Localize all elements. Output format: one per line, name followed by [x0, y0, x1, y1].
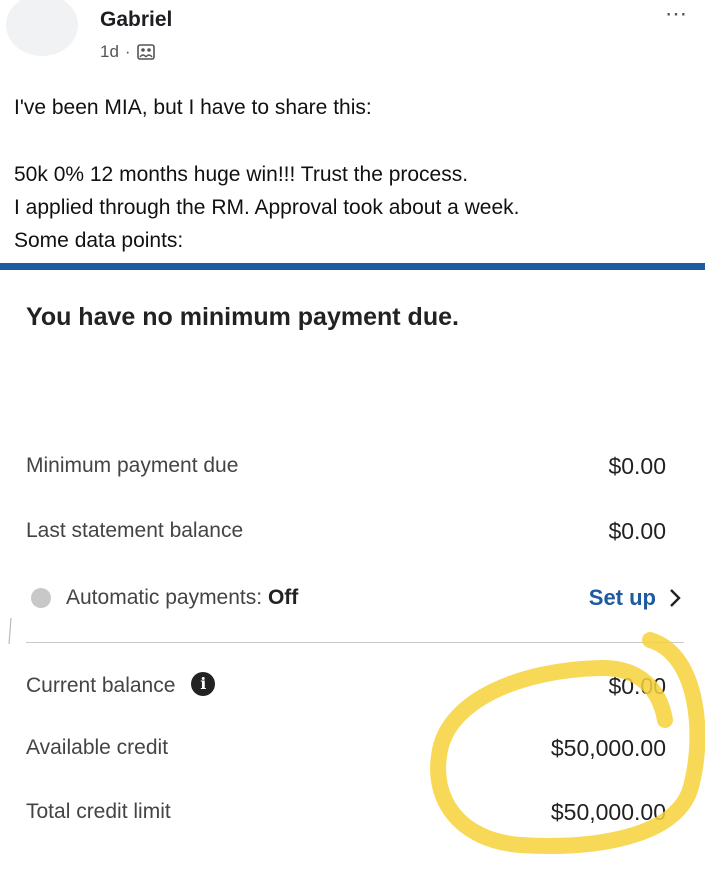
total-credit-limit-row: Total credit limit $50,000.00 [26, 792, 666, 832]
autopay-label-group: Automatic payments: Off [66, 578, 298, 618]
autopay-row[interactable]: Automatic payments: Off Set up [26, 578, 686, 618]
more-options-icon[interactable]: ⋯ [665, 3, 695, 25]
post-header: Gabriel 1d · ⋯ [0, 0, 705, 80]
current-balance-row: Current balance i $0.00 [26, 666, 666, 706]
last-statement-value: $0.00 [608, 518, 666, 544]
minimum-payment-value: $0.00 [608, 453, 666, 479]
post-line-3: Some data points: [14, 229, 184, 252]
post-meta: 1d · [100, 42, 155, 62]
available-credit-row: Available credit $50,000.00 [26, 728, 666, 768]
available-credit-value: $50,000.00 [550, 735, 666, 761]
current-balance-label-group: Current balance i [26, 666, 216, 706]
total-credit-limit-value: $50,000.00 [550, 799, 666, 825]
current-balance-value: $0.00 [608, 673, 666, 699]
last-statement-label: Last statement balance [26, 519, 244, 542]
avatar[interactable] [6, 0, 78, 56]
decorative-mark [8, 618, 12, 644]
chevron-right-icon[interactable] [664, 587, 686, 609]
available-credit-label: Available credit [26, 736, 169, 759]
payment-status-title: You have no minimum payment due. [26, 303, 459, 331]
info-icon[interactable]: i [191, 672, 216, 697]
current-balance-label: Current balance [26, 674, 176, 697]
post-line-intro: I've been MIA, but I have to share this: [14, 96, 372, 119]
post-body: I've been MIA, but I have to share this:… [14, 91, 694, 257]
minimum-payment-label: Minimum payment due [26, 454, 239, 477]
account-summary-panel: You have no minimum payment due. Minimum… [0, 270, 705, 880]
autopay-status: Off [267, 586, 299, 609]
screenshot-top-border [0, 263, 705, 270]
last-statement-row: Last statement balance $0.00 [26, 511, 666, 551]
author-name[interactable]: Gabriel [100, 8, 172, 32]
autopay-status-dot [31, 588, 51, 608]
setup-autopay-link[interactable]: Set up [589, 578, 656, 618]
post-line-2: I applied through the RM. Approval took … [14, 196, 520, 219]
group-audience-icon [136, 44, 155, 60]
post-line-1: 50k 0% 12 months huge win!!! Trust the p… [14, 163, 469, 186]
section-divider [26, 642, 684, 643]
autopay-label: Automatic payments: [66, 586, 263, 609]
minimum-payment-row: Minimum payment due $0.00 [26, 446, 666, 486]
meta-separator: · [124, 42, 131, 61]
total-credit-limit-label: Total credit limit [26, 800, 171, 823]
post-time[interactable]: 1d [100, 42, 119, 62]
